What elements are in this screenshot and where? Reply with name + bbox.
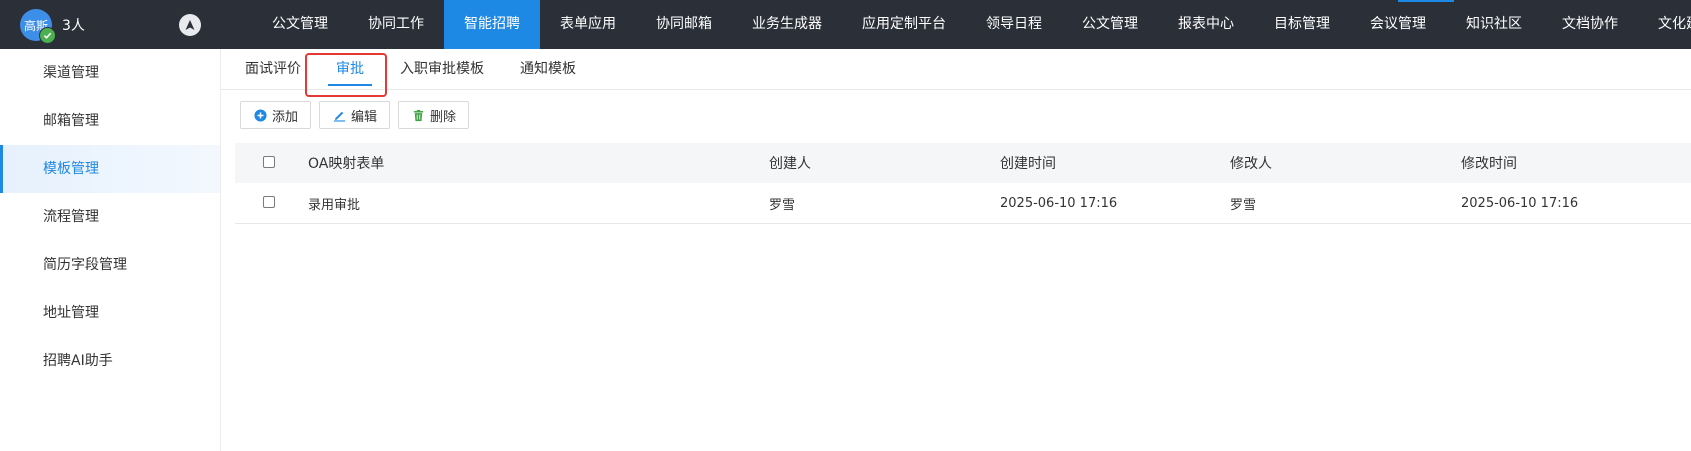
top-menu-item[interactable]: 目标管理: [1254, 0, 1350, 49]
column-header-oa-form[interactable]: OA映射表单: [308, 153, 384, 173]
delete-button[interactable]: 删除: [398, 101, 470, 129]
toolbar: 添加 编辑 删除: [240, 101, 470, 129]
top-menu-item[interactable]: 表单应用: [540, 0, 636, 49]
select-all-checkbox[interactable]: [263, 156, 275, 168]
sidebar-item-template[interactable]: 模板管理: [0, 145, 220, 193]
top-menu-item[interactable]: 协同邮箱: [636, 0, 732, 49]
sidebar: 渠道管理 邮箱管理 模板管理 流程管理 简历字段管理 地址管理 招聘AI助手: [0, 49, 221, 451]
tab-bar: 面试评价 审批 入职审批模板 通知模板: [221, 49, 1691, 97]
table-header: OA映射表单 创建人 创建时间 修改人 修改时间: [235, 143, 1691, 183]
column-header-created-time[interactable]: 创建时间: [1000, 153, 1056, 173]
top-menu: 公文管理 协同工作 智能招聘 表单应用 协同邮箱 业务生成器 应用定制平台 领导日程 公文管理报…: [252, 0, 1691, 49]
column-header-modified-time[interactable]: 修改时间: [1461, 153, 1517, 173]
cell-oa-form: 录用审批: [308, 197, 361, 213]
top-menu-item[interactable]: 公文管理: [252, 0, 348, 49]
add-button-label: 添加: [272, 109, 299, 125]
pencil-icon: [332, 108, 346, 122]
plus-circle-icon: [253, 108, 267, 122]
cell-modified-time: 2025-06-10 17:16: [1461, 195, 1579, 211]
highlight-box: [305, 53, 387, 97]
navigation-arrow-icon[interactable]: [179, 14, 201, 36]
top-navigation-bar: 高斯 3人 公文管理 协同工作 智能招聘 表单应用 协同邮箱 业务生成器 应用定制平台 领导日…: [0, 0, 1691, 49]
edit-button-label: 编辑: [351, 109, 378, 125]
table-row[interactable]: 录用审批 罗雪 2025-06-10 17:16 罗雪 2025-06-10 1…: [235, 183, 1691, 224]
top-menu-item[interactable]: 智能招聘: [444, 0, 540, 49]
online-check-icon: [39, 27, 56, 44]
avatar[interactable]: 高斯: [20, 9, 56, 44]
top-menu-item[interactable]: 应用定制平台: [842, 0, 966, 49]
top-menu-item[interactable]: 报表中心: [1158, 0, 1254, 49]
top-menu-item[interactable]: 领导日程: [966, 0, 1062, 49]
sidebar-item-channel[interactable]: 渠道管理: [0, 49, 220, 97]
user-info[interactable]: 高斯 3人: [20, 9, 85, 44]
top-menu-item[interactable]: 文档协作: [1542, 0, 1638, 49]
user-count: 3人: [62, 18, 85, 34]
main-content: 面试评价 审批 入职审批模板 通知模板 添加 编辑 删除 OA映射表单 创建人 …: [221, 49, 1691, 451]
top-menu-item[interactable]: 知识社区: [1446, 0, 1542, 49]
column-header-modifier[interactable]: 修改人: [1230, 153, 1272, 173]
cell-creator: 罗雪: [769, 197, 796, 213]
top-menu-item[interactable]: 业务生成器: [732, 0, 842, 49]
tab-notification-template[interactable]: 通知模板: [520, 49, 576, 89]
tab-onboarding-approval-template[interactable]: 入职审批模板: [400, 49, 484, 89]
top-menu-item[interactable]: 文化建: [1638, 0, 1691, 49]
template-table: OA映射表单 创建人 创建时间 修改人 修改时间 录用审批 罗雪 2025-06…: [235, 143, 1691, 224]
sidebar-item-workflow[interactable]: 流程管理: [0, 193, 220, 241]
top-menu-item[interactable]: 协同工作: [348, 0, 444, 49]
add-button[interactable]: 添加: [240, 101, 312, 129]
cell-modifier: 罗雪: [1230, 197, 1257, 213]
trash-icon: [411, 108, 425, 122]
tab-interview-evaluation[interactable]: 面试评价: [245, 49, 301, 89]
top-menu-item[interactable]: 会议管理: [1350, 0, 1446, 49]
top-menu-item[interactable]: 公文管理: [1062, 0, 1158, 49]
sidebar-item-resume-fields[interactable]: 简历字段管理: [0, 241, 220, 289]
row-checkbox[interactable]: [263, 196, 275, 208]
sidebar-item-mailbox[interactable]: 邮箱管理: [0, 97, 220, 145]
edit-button[interactable]: 编辑: [319, 101, 391, 129]
sidebar-item-address[interactable]: 地址管理: [0, 289, 220, 337]
cell-created-time: 2025-06-10 17:16: [1000, 195, 1118, 211]
sidebar-item-ai-assistant[interactable]: 招聘AI助手: [0, 337, 220, 385]
column-header-creator[interactable]: 创建人: [769, 153, 811, 173]
delete-button-label: 删除: [430, 109, 457, 125]
